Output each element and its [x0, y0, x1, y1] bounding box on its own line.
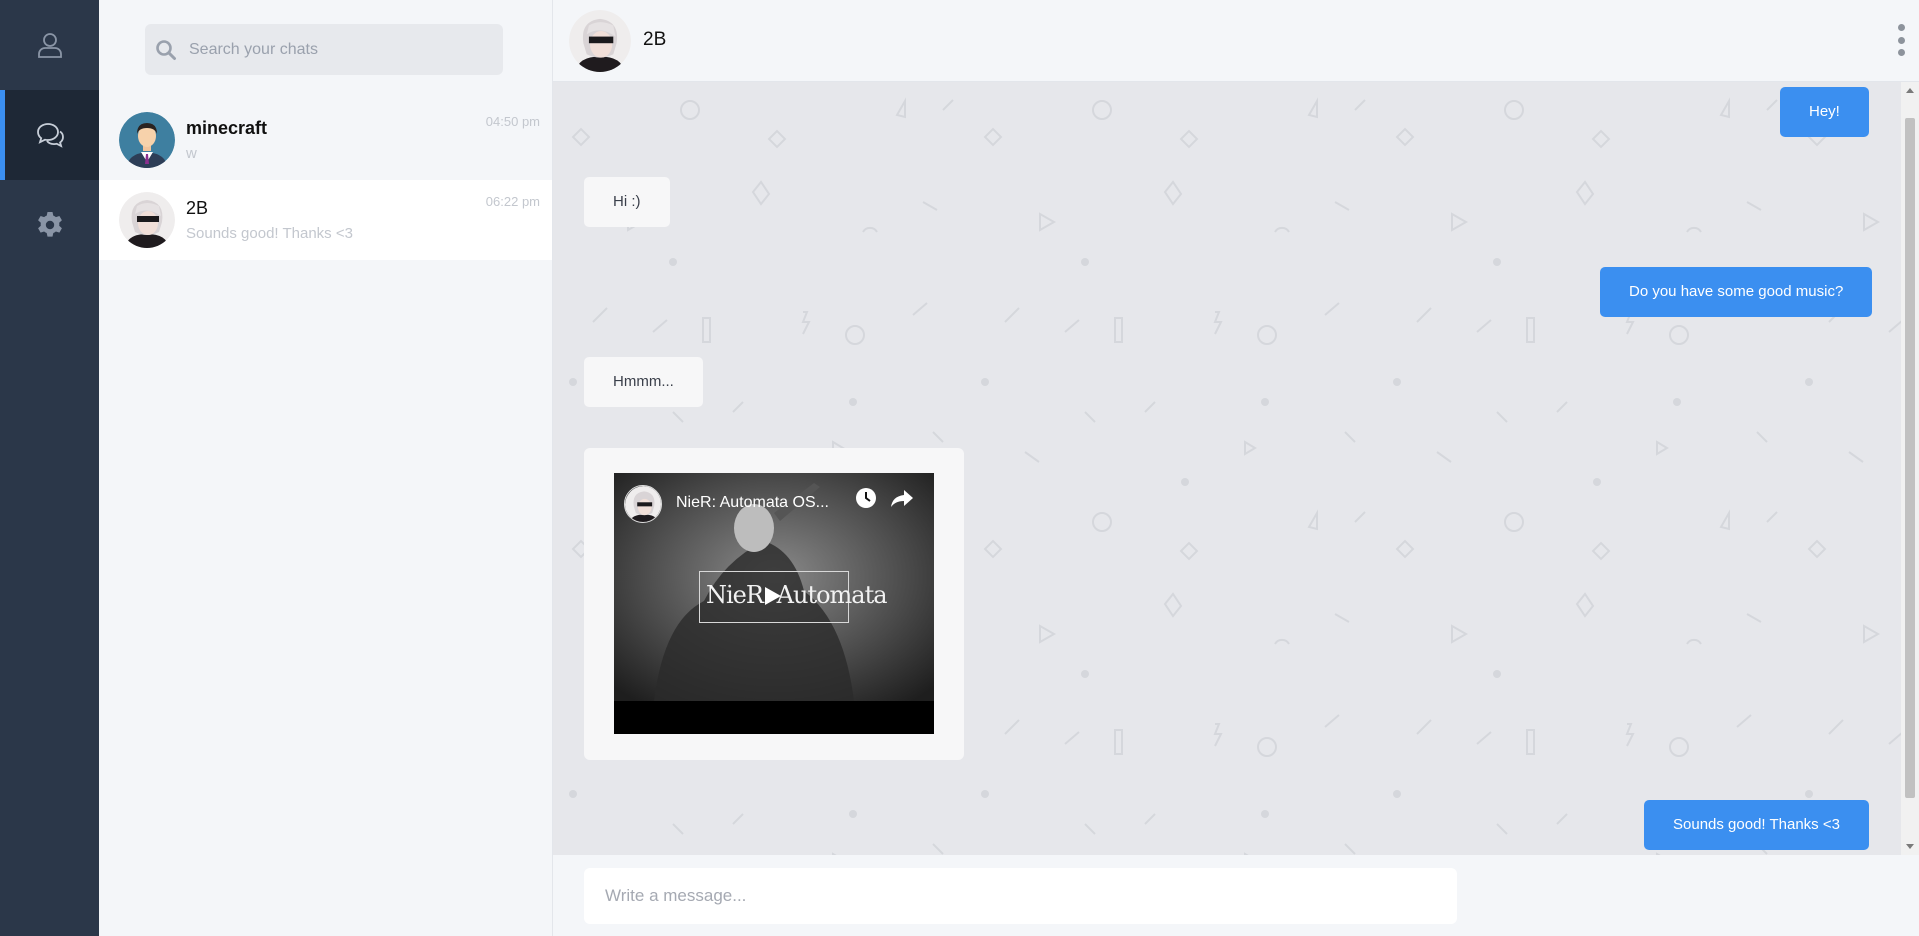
chat-time: 06:22 pm — [485, 194, 540, 209]
chat-time: 04:50 pm — [485, 114, 540, 129]
chat-list-item-2b[interactable]: 2B Sounds good! Thanks <3 06:22 pm — [99, 180, 552, 260]
message-list-scrollbar[interactable] — [1901, 82, 1919, 855]
avatar — [119, 112, 175, 168]
message-bubble-incoming: Hi :) — [584, 177, 670, 227]
video-logo-text: NieR: Automata — [706, 581, 888, 609]
message-composer — [553, 855, 1919, 936]
video-embed[interactable]: NieR: Automata OS... NieR: Automata — [614, 473, 934, 734]
conversation-panel: 2B Hey! Hi:) Do you have some good musi… — [553, 0, 1919, 936]
message-list[interactable]: Hey! Hi :) Do you have some good music? … — [553, 82, 1919, 855]
nav-rail — [0, 0, 99, 936]
chat-preview: w — [186, 145, 197, 162]
chat-list-item-minecraft[interactable]: minecraft w 04:50 pm — [99, 100, 552, 180]
watch-later-icon[interactable] — [855, 487, 877, 509]
channel-avatar[interactable] — [624, 485, 662, 523]
nav-profile-button[interactable] — [0, 0, 99, 90]
share-icon[interactable] — [890, 487, 914, 509]
conversation-header: 2B — [553, 0, 1919, 82]
message-bubble-incoming: Hmmm... — [584, 357, 703, 407]
search-icon — [156, 39, 176, 60]
chat-name: 2B — [186, 198, 209, 218]
avatar — [119, 192, 175, 248]
nav-chats-button[interactable] — [0, 90, 99, 180]
avatar[interactable] — [569, 10, 631, 72]
video-title[interactable]: NieR: Automata OS... — [676, 494, 829, 512]
search-box[interactable] — [145, 24, 503, 75]
scroll-up-arrow-icon[interactable] — [1906, 88, 1914, 93]
message-bubble-outgoing: Hey! — [1780, 87, 1869, 137]
conversation-title: 2B — [643, 29, 667, 50]
scrollbar-thumb[interactable] — [1905, 118, 1915, 798]
message-bubble-outgoing: Do you have some good music? — [1600, 267, 1873, 317]
user-icon — [37, 33, 62, 58]
chat-bubbles-icon — [36, 123, 64, 148]
more-options-icon[interactable] — [1895, 24, 1907, 56]
message-bubble-outgoing: Sounds good! Thanks <3 — [1644, 800, 1869, 850]
nav-settings-button[interactable] — [0, 180, 99, 270]
chat-preview: Sounds good! Thanks <3 — [186, 225, 353, 242]
chat-list-panel: minecraft w 04:50 pm 2B Sounds good! Tha… — [99, 0, 553, 936]
search-input[interactable] — [189, 40, 479, 59]
scroll-down-arrow-icon[interactable] — [1906, 844, 1914, 849]
gear-icon — [37, 212, 62, 237]
message-bubble-video: NieR: Automata OS... NieR: Automata — [584, 448, 964, 760]
play-icon[interactable] — [765, 587, 781, 605]
chat-name: minecraft — [186, 118, 268, 138]
message-input[interactable] — [584, 868, 1457, 924]
